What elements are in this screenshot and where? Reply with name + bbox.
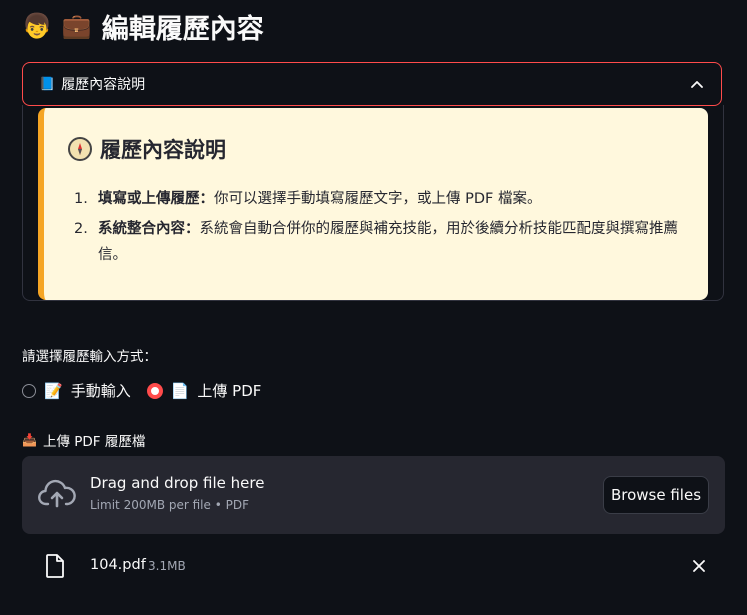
browse-files-button[interactable]: Browse files [603, 476, 709, 514]
briefcase-icon: 💼 [61, 12, 92, 40]
blue-book-icon: 📘 [39, 76, 56, 92]
cloud-upload-icon [38, 479, 76, 508]
list-item-content: 系統整合內容：系統會自動合併你的履歷與補充技能，用於後續分析技能匹配度與撰寫推薦… [98, 216, 694, 268]
uploaded-file-row: 104.pdf 3.1MB [22, 548, 725, 584]
dropzone-text: Drag and drop file here Limit 200MB per … [90, 474, 264, 512]
radio-circle-selected[interactable] [146, 382, 163, 399]
expander-label: 履歷內容說明 [61, 77, 146, 93]
radio-group-label: 請選擇履歷輸入方式： [22, 349, 157, 365]
page-title: 👦 💼 編輯履歷內容 [22, 6, 264, 46]
info-list: 1. 填寫或上傳履歷：你可以選擇手動填寫履歷文字，或上傳 PDF 檔案。 2. … [74, 186, 694, 272]
file-size: 3.1MB [148, 559, 186, 573]
radio-circle[interactable] [22, 383, 36, 398]
drop-instructions: Drag and drop file here [90, 474, 265, 492]
file-name: 104.pdf [90, 557, 146, 573]
upload-limit: Limit 200MB per file • PDF [90, 498, 249, 512]
list-item-content: 填寫或上傳履歷：你可以選擇手動填寫履歷文字，或上傳 PDF 檔案。 [98, 186, 541, 212]
chevron-up-icon[interactable] [687, 74, 707, 94]
expander-label-group: 📘 履歷內容說明 [39, 74, 687, 94]
upload-label: 📥 上傳 PDF 履歷檔 [22, 430, 145, 450]
list-item-number: 1. [74, 191, 88, 207]
file-dropzone[interactable]: Drag and drop file here Limit 200MB per … [22, 456, 725, 534]
radio-label-upload: 上傳 PDF [197, 382, 262, 400]
list-item-text: 你可以選擇手動填寫履歷文字，或上傳 PDF 檔案。 [214, 191, 542, 207]
expander-header[interactable]: 📘 履歷內容說明 [22, 62, 722, 106]
file-icon [46, 554, 64, 578]
list-item: 1. 填寫或上傳履歷：你可以選擇手動填寫履歷文字，或上傳 PDF 檔案。 [74, 186, 694, 212]
inbox-tray-icon: 📥 [22, 433, 37, 447]
list-item-number: 2. [74, 221, 88, 237]
info-title-text: 履歷內容說明 [100, 138, 226, 162]
compass-icon [68, 137, 92, 161]
page-title-text: 編輯履歷內容 [101, 13, 264, 45]
boy-face-icon: 👦 [22, 12, 52, 40]
list-item-bold: 系統整合內容： [98, 221, 200, 237]
close-icon[interactable] [689, 556, 709, 576]
list-item-bold: 填寫或上傳履歷： [98, 191, 214, 207]
info-title: 履歷內容說明 [68, 134, 226, 164]
page-icon: 📄 [170, 381, 190, 400]
list-item: 2. 系統整合內容：系統會自動合併你的履歷與補充技能，用於後續分析技能匹配度與撰… [74, 216, 694, 268]
radio-manual-input[interactable]: 📝 手動輸入 [22, 380, 131, 401]
memo-icon: 📝 [44, 381, 63, 400]
info-callout: 履歷內容說明 1. 填寫或上傳履歷：你可以選擇手動填寫履歷文字，或上傳 PDF … [38, 108, 708, 300]
radio-upload-pdf[interactable]: 📄 上傳 PDF [146, 380, 262, 401]
upload-label-text: 上傳 PDF 履歷檔 [42, 434, 146, 450]
radio-label-manual: 手動輸入 [70, 382, 131, 400]
radio-group: 📝 手動輸入 📄 上傳 PDF [22, 380, 261, 401]
